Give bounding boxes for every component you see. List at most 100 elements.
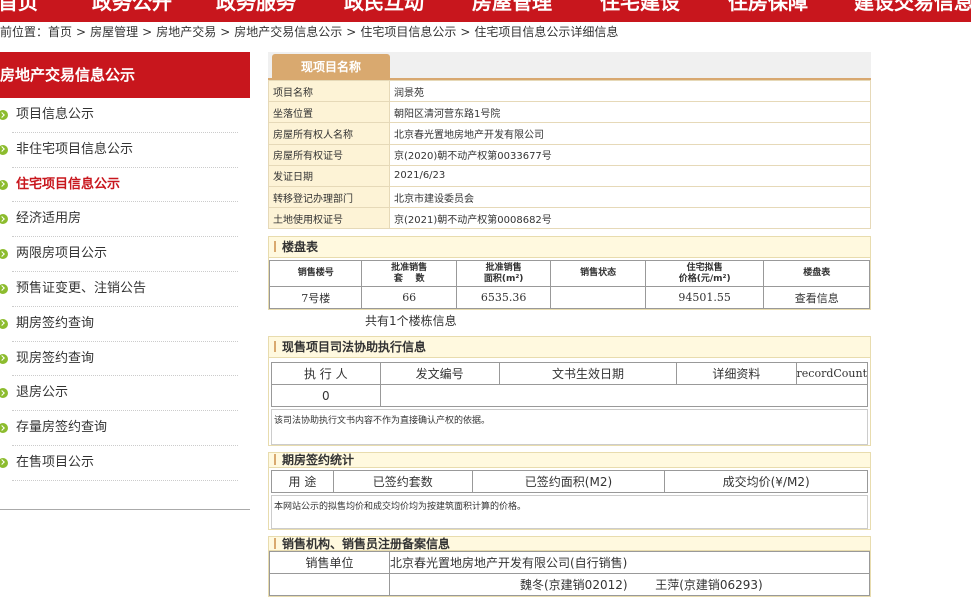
sidebar: 房地产交易信息公示 项目信息公示非住宅项目信息公示 住宅项目信息公示 经济适用房两限… (0, 52, 250, 510)
sidebar-item[interactable]: 两限房项目公示 (0, 237, 250, 272)
executor-count: 0 (271, 384, 381, 408)
topnav-item[interactable]: 首页 (0, 0, 38, 15)
top-navigation: 首页 政务公开 政务服务 政民互动 房屋管理 住宅建设 住房保障 建设交易信息 (0, 0, 971, 22)
sidebar-item[interactable]: 期房签约查询 (0, 307, 250, 342)
info-key: 坐落位置 (268, 101, 390, 124)
sidebar-item[interactable]: 非住宅项目信息公示 (0, 133, 250, 168)
breadcrumb-link[interactable]: 住宅项目信息公示 (360, 25, 456, 39)
topnav-item[interactable]: 政务公开 (92, 0, 172, 15)
judicial-note: 该司法协助执行文书内容不作为直接确认产权的依据。 (271, 409, 868, 446)
arrow-bullet-icon (0, 457, 8, 468)
qifang-section: 期房签约统计 用 途已签约套数 已签约面积(M2) 成交均价(¥/M2) 本网站公示… (268, 452, 871, 531)
judicial-table: 执 行 人发文编号 文书生效日期 详细资料 recordCount 0 (271, 362, 869, 408)
qifang-header: 成交均价(¥/M2) (664, 470, 868, 494)
sidebar-item[interactable]: 退房公示 (0, 376, 250, 411)
main-content: 现项目名称 项目名称 润景苑 坐落位置 朝阳区清河营东路1号院 房屋所有权人名称 北京春光… (268, 52, 871, 598)
sidebar-title: 房地产交易信息公示 (0, 52, 250, 98)
table-cell: 6535.36 (455, 286, 552, 310)
agency-section: 销售机构、销售员注册备案信息 销售单位 北京春光置地房地产开发有限公司(自行销售… (268, 536, 871, 598)
info-key: 转移登记办理部门 (268, 185, 390, 209)
info-row: 坐落位置 朝阳区清河营东路1号院 (268, 101, 871, 124)
panbiao-section: 楼盘表 销售楼号 批准销售 套 数批准销售 面积(m²) 销售状态 住宅拟售 价格(元… (268, 236, 871, 311)
arrow-bullet-icon (0, 179, 8, 190)
section-title: 销售机构、销售员注册备案信息 (269, 537, 870, 552)
sidebar-item[interactable]: 项目信息公示 (0, 98, 250, 133)
topnav-item[interactable]: 房屋管理 (472, 0, 552, 15)
arrow-bullet-icon (0, 144, 8, 155)
agency-table: 销售单位 北京春光置地房地产开发有限公司(自行销售) 魏冬(京建销02012) … (269, 551, 870, 597)
qifang-header: 用 途 (271, 470, 334, 494)
topnav-item[interactable]: 政民互动 (344, 0, 424, 15)
breadcrumb-link[interactable]: 房地产交易 (156, 25, 216, 39)
table-row: 7号楼 66 6535.36 94501.55 查看信息 (268, 286, 870, 310)
info-value: 润景苑 (389, 79, 871, 103)
sidebar-item-label: 预售证变更、注销公告 (16, 280, 147, 296)
sidebar-item-label: 退房公示 (16, 385, 69, 401)
info-key: 土地使用权证号 (268, 207, 390, 230)
panbiao-table: 销售楼号 批准销售 套 数批准销售 面积(m²) 销售状态 住宅拟售 价格(元/m²)… (268, 260, 870, 310)
arrow-bullet-icon (0, 283, 8, 294)
info-key: 项目名称 (268, 79, 390, 103)
arrow-bullet-icon (0, 214, 8, 225)
panbiao-header: 销售楼号 (268, 260, 363, 288)
building-count: 共有1个楼栋信息 (365, 314, 457, 329)
sidebar-item-label: 在售项目公示 (16, 454, 95, 470)
sidebar-item-label: 住宅项目信息公示 (16, 176, 121, 192)
topnav-item[interactable]: 住房保障 (728, 0, 808, 15)
judicial-header: recordCount (795, 362, 869, 386)
sidebar-item[interactable]: 住宅项目信息公示 (0, 168, 250, 203)
topnav-item[interactable]: 政务服务 (216, 0, 296, 15)
tab-project-name[interactable]: 现项目名称 (272, 54, 390, 80)
table-cell: 66 (361, 286, 457, 310)
qifang-header: 已签约面积(M2) (471, 470, 666, 494)
info-value: 朝阳区清河营东路1号院 (389, 101, 871, 124)
info-row: 项目名称 润景苑 (268, 79, 871, 103)
breadcrumb-link[interactable]: 首页 (48, 25, 72, 39)
info-row: 发证日期 2021/6/23 (268, 164, 871, 187)
unit-label: 销售单位 (269, 551, 390, 575)
breadcrumb-link[interactable]: 住宅项目信息公示详细信息 (474, 25, 618, 39)
sidebar-menu: 项目信息公示非住宅项目信息公示 住宅项目信息公示 经济适用房两限房项目公示预售证变更… (0, 98, 250, 481)
breadcrumb-link[interactable]: 房地产交易信息公示 (234, 25, 342, 39)
table-cell (550, 286, 646, 310)
panbiao-header: 楼盘表 (763, 260, 870, 288)
arrow-bullet-icon (0, 249, 8, 260)
seller-list: 魏冬(京建销02012) 王萍(京建销06293) (389, 573, 870, 597)
info-key: 发证日期 (268, 164, 390, 187)
sidebar-item-label: 非住宅项目信息公示 (16, 141, 134, 157)
info-row: 房屋所有权证号 京(2020)朝不动产权第0033677号 (268, 143, 871, 166)
breadcrumb-link[interactable]: 房屋管理 (90, 25, 138, 39)
topnav-item[interactable]: 建设交易信息 (854, 0, 971, 15)
judicial-section: 现售项目司法协助执行信息 执 行 人发文编号 文书生效日期 详细资料 recordCo… (268, 336, 871, 447)
sidebar-item-label: 现房签约查询 (16, 350, 95, 366)
info-value: 京(2021)朝不动产权第0008682号 (389, 207, 871, 230)
section-title: 期房签约统计 (269, 453, 870, 469)
topnav-item[interactable]: 住宅建设 (600, 0, 680, 15)
project-info-table: 项目名称 润景苑 坐落位置 朝阳区清河营东路1号院 房屋所有权人名称 北京春光置地房地产开… (268, 79, 871, 230)
judicial-header: 详细资料 (676, 362, 797, 386)
sidebar-item-label: 经济适用房 (16, 211, 82, 227)
arrow-bullet-icon (0, 388, 8, 399)
sidebar-item-label: 两限房项目公示 (16, 246, 108, 262)
info-value: 北京春光置地房地产开发有限公司 (389, 122, 871, 145)
arrow-bullet-icon (0, 318, 8, 329)
judicial-header: 文书生效日期 (498, 362, 678, 386)
sidebar-item[interactable]: 经济适用房 (0, 202, 250, 237)
table-cell: 7号楼 (268, 286, 363, 310)
table-cell: 94501.55 (644, 286, 765, 310)
sidebar-item[interactable]: 在售项目公示 (0, 446, 250, 481)
sidebar-item-label: 项目信息公示 (16, 107, 95, 122)
sidebar-item[interactable]: 现房签约查询 (0, 342, 250, 377)
arrow-bullet-icon (0, 110, 8, 120)
breadcrumb: 当前位置：首页>房屋管理>房地产交易>房地产交易信息公示>住宅项目信息公示>住宅… (0, 22, 971, 42)
sidebar-item-label: 期房签约查询 (16, 315, 95, 331)
view-info-link[interactable]: 查看信息 (763, 286, 870, 310)
panbiao-header: 批准销售 面积(m²) (455, 260, 552, 288)
section-title: 现售项目司法协助执行信息 (269, 337, 870, 359)
sidebar-item[interactable]: 预售证变更、注销公告 (0, 272, 250, 307)
sidebar-item[interactable]: 存量房签约查询 (0, 411, 250, 446)
sidebar-item-label: 存量房签约查询 (16, 420, 108, 436)
info-row: 转移登记办理部门 北京市建设委员会 (268, 185, 871, 209)
panbiao-header: 住宅拟售 价格(元/m²) (644, 260, 765, 288)
section-title: 楼盘表 (269, 237, 870, 259)
